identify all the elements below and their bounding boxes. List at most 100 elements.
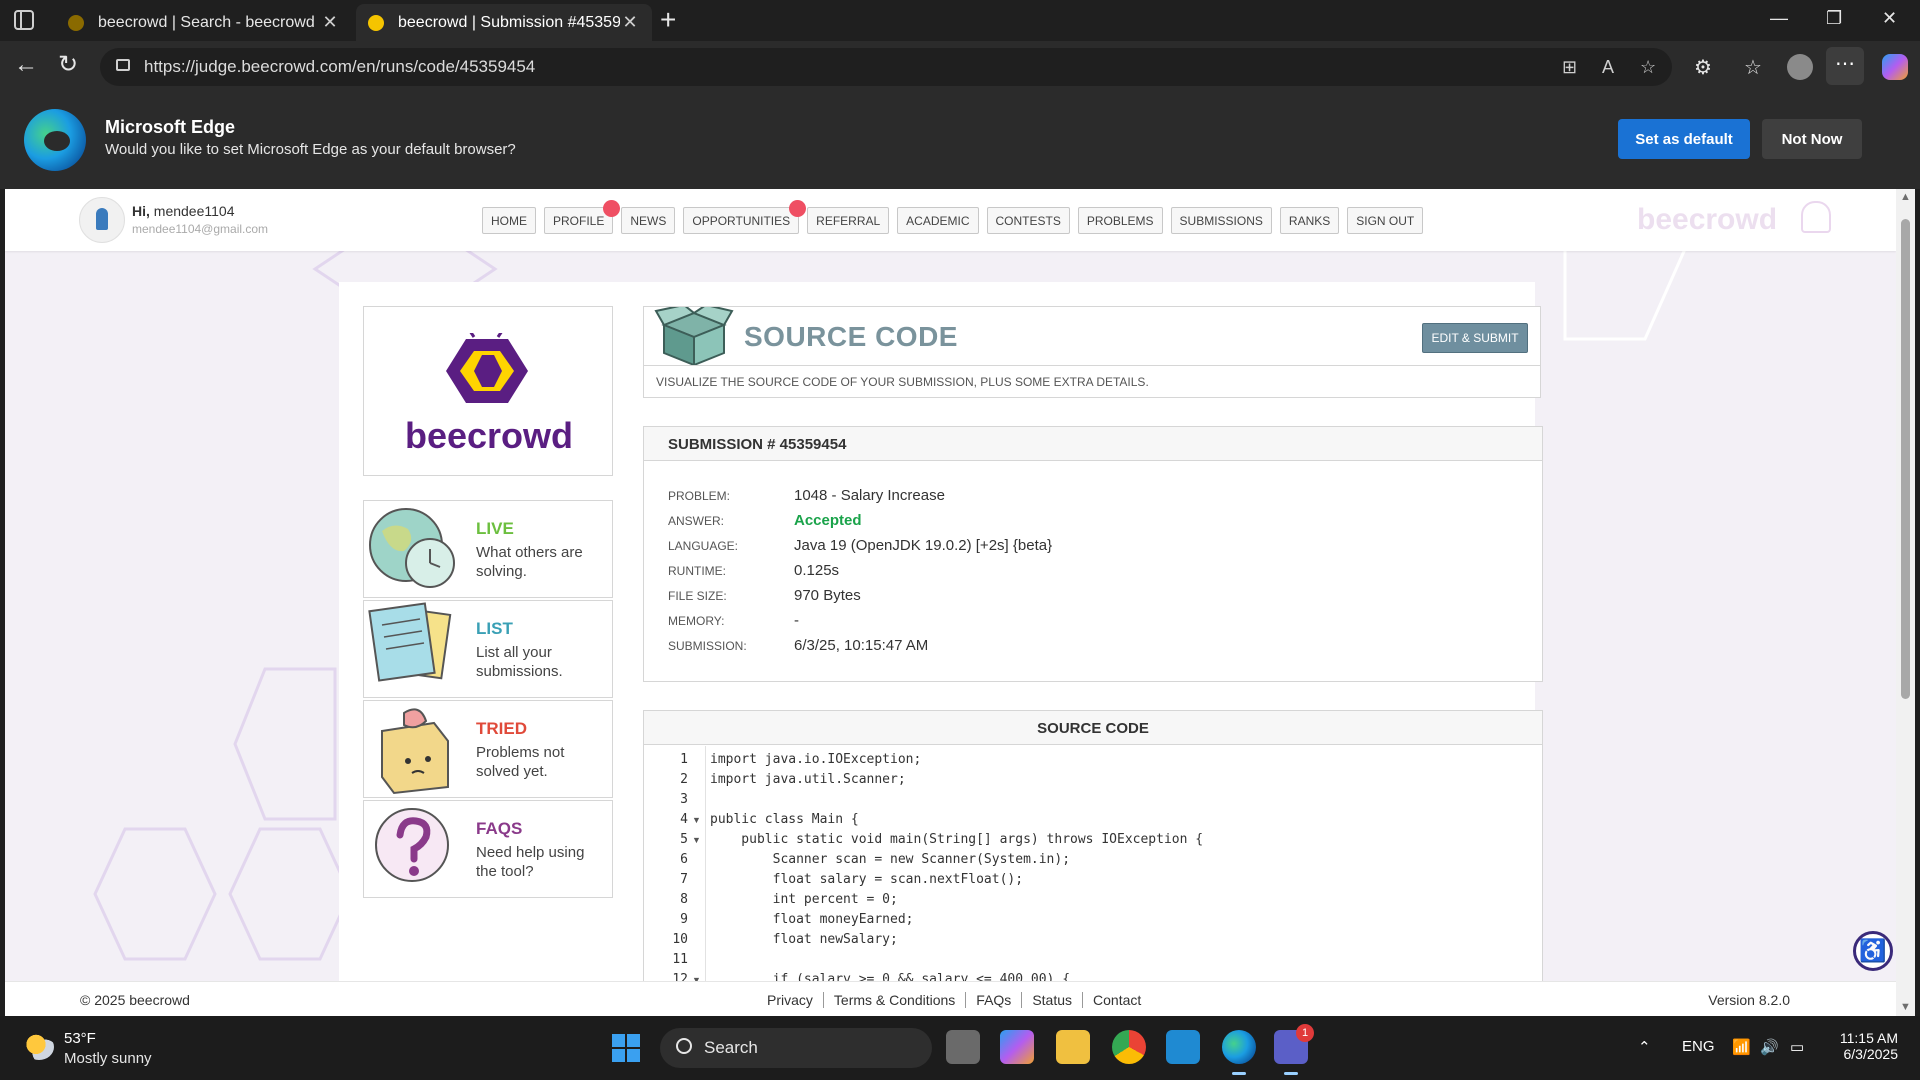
memory-value: -	[794, 612, 799, 629]
url-input[interactable]: https://judge.beecrowd.com/en/runs/code/…	[100, 48, 1672, 86]
bell-icon[interactable]	[1801, 201, 1831, 233]
footer-link-contact[interactable]: Contact	[1082, 992, 1151, 1008]
footer-links: Privacy Terms & Conditions FAQs Status C…	[757, 992, 1151, 1008]
set-default-button[interactable]: Set as default	[1618, 119, 1750, 159]
wifi-icon[interactable]: 📶	[1732, 1038, 1751, 1056]
weather-temperature[interactable]: 53°F	[64, 1030, 96, 1047]
page-scrollbar[interactable]: ▲ ▼	[1896, 189, 1915, 1016]
user-avatar[interactable]	[79, 197, 125, 243]
beecrowd-logo-card[interactable]: beecrowd	[363, 306, 613, 476]
task-view-icon[interactable]	[946, 1030, 980, 1064]
version-text: Version 8.2.0	[1708, 992, 1790, 1008]
file-size-value: 970 Bytes	[794, 587, 861, 604]
menu-home[interactable]: HOME	[482, 207, 536, 234]
new-tab-icon[interactable]: +	[660, 4, 676, 36]
menu-opportunities[interactable]: OPPORTUNITIES	[683, 200, 807, 234]
language-indicator[interactable]: ENG	[1682, 1038, 1715, 1055]
read-aloud-icon[interactable]: A	[1602, 57, 1614, 78]
line-number: 1	[680, 752, 688, 767]
not-now-button[interactable]: Not Now	[1762, 119, 1862, 159]
open-box-icon	[654, 307, 734, 365]
menu-profile-label: PROFILE	[553, 213, 605, 228]
footer-link-terms[interactable]: Terms & Conditions	[822, 992, 965, 1008]
answer-status: Accepted	[794, 512, 862, 529]
field-label: FILE SIZE:	[668, 589, 727, 603]
close-tab-icon[interactable]: ✕	[320, 12, 340, 33]
list-card[interactable]: LIST List all your submissions.	[363, 600, 613, 698]
accessibility-icon[interactable]: ♿	[1853, 931, 1893, 971]
weather-icon[interactable]	[24, 1034, 54, 1060]
extensions-icon[interactable]: ⚙	[1694, 55, 1712, 80]
copilot-app-icon[interactable]	[1000, 1030, 1034, 1064]
address-bar: ← ↻ https://judge.beecrowd.com/en/runs/c…	[0, 41, 1920, 93]
refresh-icon[interactable]: ↻	[58, 53, 78, 77]
field-label: RUNTIME:	[668, 564, 726, 578]
menu-submissions[interactable]: SUBMISSIONS	[1170, 207, 1272, 234]
sidebar-toggle-icon[interactable]	[14, 10, 34, 30]
site-info-icon[interactable]	[116, 59, 130, 71]
menu-profile[interactable]: PROFILE	[544, 200, 621, 234]
footer-link-faqs[interactable]: FAQs	[965, 992, 1021, 1008]
code-line: float newSalary;	[710, 932, 898, 947]
weather-description[interactable]: Mostly sunny	[64, 1050, 152, 1067]
prompt-title: Microsoft Edge	[105, 117, 236, 137]
username: mendee1104	[153, 203, 235, 219]
close-tab-icon[interactable]: ✕	[620, 12, 640, 33]
source-code-heading: SOURCE CODE	[1037, 720, 1149, 737]
favorites-icon[interactable]: ☆	[1744, 55, 1762, 80]
system-clock[interactable]: 11:15 AM 6/3/2025	[1832, 1030, 1898, 1062]
clock-time: 11:15 AM	[1839, 1030, 1898, 1046]
language-value: Java 19 (OpenJDK 19.0.2) [+2s] {beta}	[794, 537, 1053, 554]
faqs-description: Need help using the tool?	[476, 844, 585, 880]
scroll-down-icon[interactable]: ▼	[1900, 1001, 1911, 1013]
fold-toggle-icon[interactable]: ▼	[692, 835, 701, 845]
code-line: import java.io.IOException;	[710, 752, 922, 767]
volume-icon[interactable]: 🔊	[1760, 1038, 1779, 1056]
beecrowd-favicon-icon	[68, 14, 84, 31]
edit-submit-button[interactable]: EDIT & SUBMIT	[1422, 323, 1528, 353]
divider	[644, 365, 1540, 366]
default-browser-prompt: Microsoft Edge Would you like to set Mic…	[0, 93, 1920, 189]
app-available-icon[interactable]: ⊞	[1562, 57, 1577, 78]
file-explorer-icon[interactable]	[1056, 1030, 1090, 1064]
favorite-star-icon[interactable]: ☆	[1640, 57, 1656, 78]
menu-problems[interactable]: PROBLEMS	[1077, 207, 1163, 234]
vscode-icon[interactable]	[1166, 1030, 1200, 1064]
edge-taskbar-icon[interactable]	[1222, 1030, 1256, 1075]
tried-card[interactable]: TRIED Problems not solved yet.	[363, 700, 613, 798]
logo-wordmark: beecrowd	[404, 415, 574, 456]
minimize-icon[interactable]: —	[1770, 8, 1788, 29]
menu-ranks[interactable]: RANKS	[1279, 207, 1340, 234]
fold-toggle-icon[interactable]: ▼	[692, 815, 701, 825]
menu-news[interactable]: NEWS	[621, 207, 676, 234]
close-window-icon[interactable]: ✕	[1882, 8, 1897, 29]
scroll-up-icon[interactable]: ▲	[1900, 191, 1911, 203]
code-line: float moneyEarned;	[710, 912, 914, 927]
footer-link-status[interactable]: Status	[1021, 992, 1082, 1008]
line-number: 6	[680, 852, 688, 867]
menu-referral[interactable]: REFERRAL	[807, 207, 890, 234]
start-button-icon[interactable]	[612, 1034, 640, 1062]
menu-sign-out[interactable]: SIGN OUT	[1347, 207, 1424, 234]
copilot-icon[interactable]	[1882, 54, 1908, 80]
problem-link[interactable]: 1048 - Salary Increase	[794, 487, 945, 504]
brand-logo-text[interactable]: beecrowd	[1637, 203, 1777, 237]
footer-link-privacy[interactable]: Privacy	[757, 992, 823, 1008]
restore-icon[interactable]: ❐	[1826, 8, 1842, 29]
menu-academic[interactable]: ACADEMIC	[897, 207, 979, 234]
live-card[interactable]: LIVE What others are solving.	[363, 500, 613, 598]
tab-submission[interactable]: beecrowd | Submission #45359454 ✕	[356, 4, 652, 41]
line-number: 11	[672, 952, 688, 967]
show-hidden-icons-icon[interactable]: ⌃	[1638, 1038, 1651, 1056]
globe-clock-icon	[369, 508, 455, 588]
profile-icon[interactable]	[1787, 54, 1813, 80]
tab-search[interactable]: beecrowd | Search - beecrowd ✕	[56, 4, 352, 41]
battery-icon[interactable]: ▭	[1790, 1038, 1804, 1056]
menu-contests[interactable]: CONTESTS	[986, 207, 1070, 234]
back-icon[interactable]: ←	[14, 53, 38, 77]
more-options-icon[interactable]: ⋯	[1826, 47, 1864, 85]
taskbar-search[interactable]: Search	[660, 1028, 932, 1068]
scrollbar-thumb[interactable]	[1901, 219, 1910, 699]
chrome-icon[interactable]	[1112, 1030, 1146, 1064]
faqs-card[interactable]: FAQS Need help using the tool?	[363, 800, 613, 898]
